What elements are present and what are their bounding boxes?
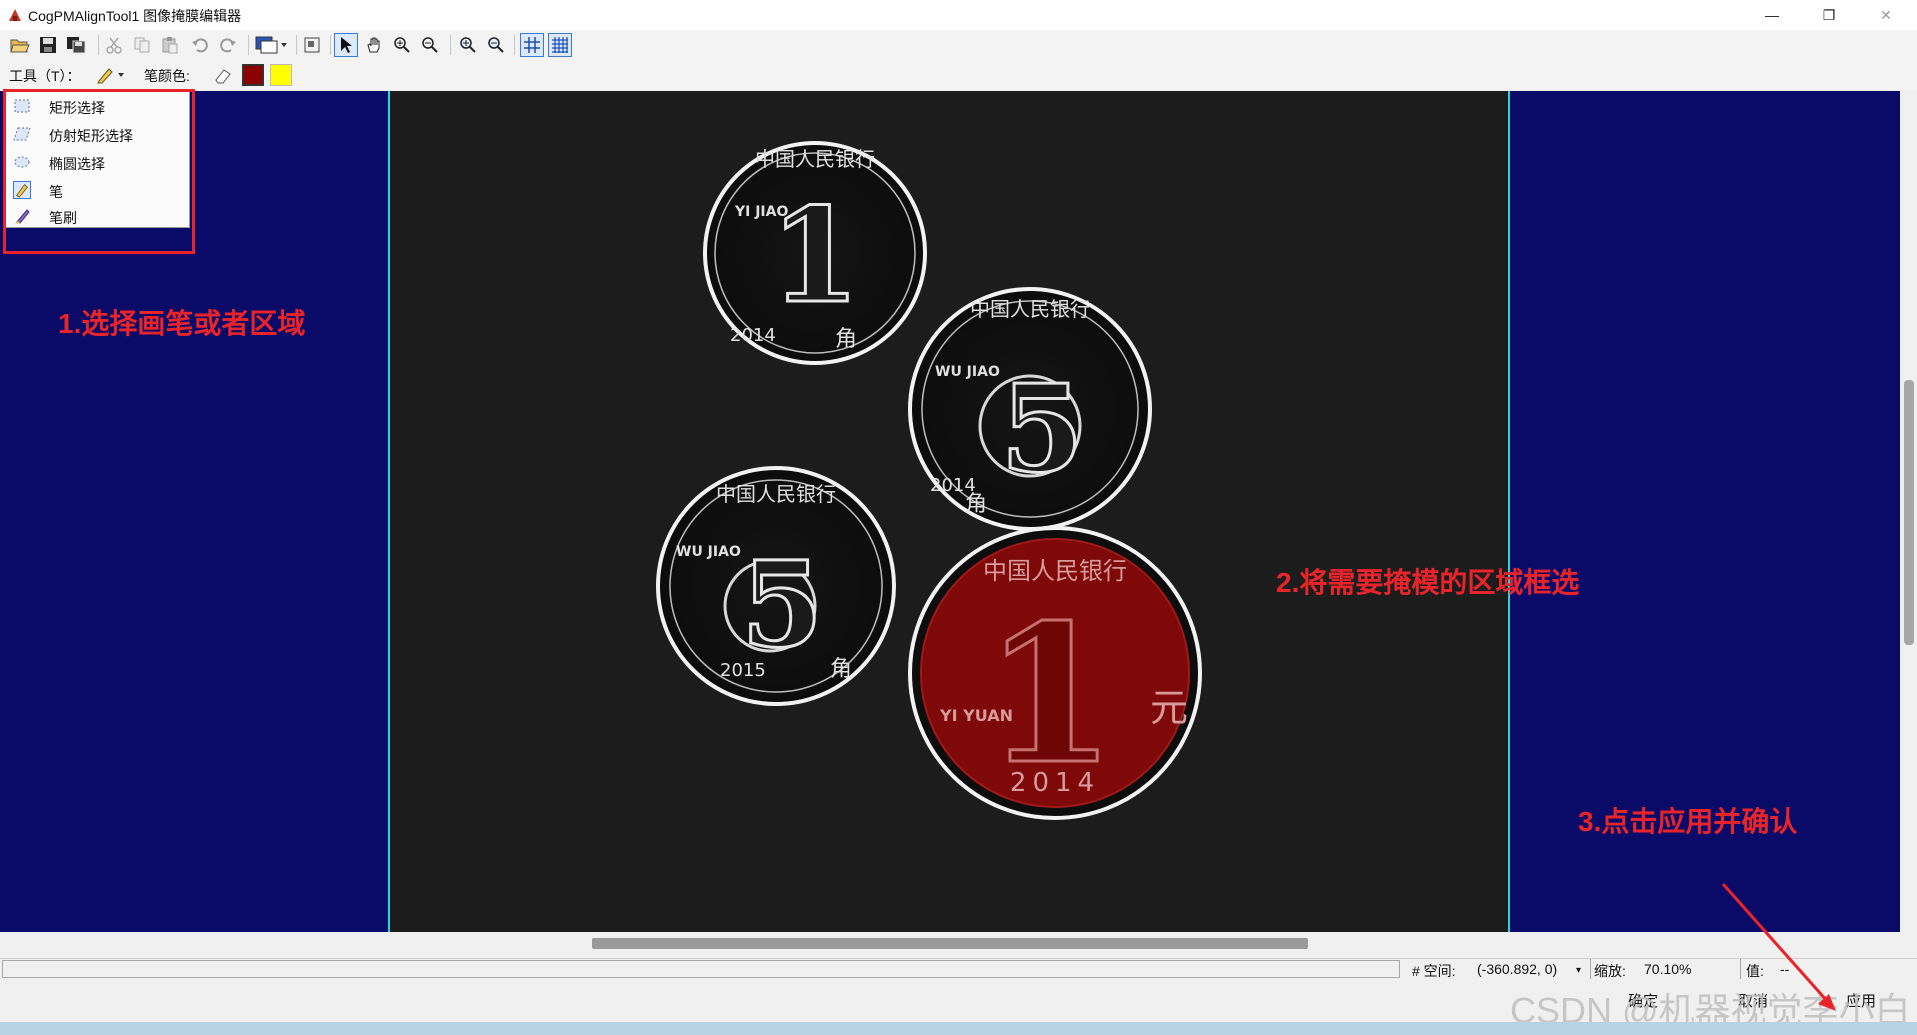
open-icon[interactable] (8, 33, 32, 57)
minimize-button[interactable]: — (1749, 0, 1795, 30)
save-icon[interactable] (36, 33, 60, 57)
pen-icon (97, 68, 113, 84)
taskbar-strip (0, 1022, 1917, 1035)
eraser-icon[interactable] (212, 64, 234, 86)
chevron-down-icon (118, 73, 124, 77)
status-divider (1590, 959, 1591, 979)
value-label: 值: (1746, 963, 1764, 979)
image-view[interactable]: 1 中国人民银行 YI JIAO 2014 角 5 中国人民银行 WU JIAO… (388, 91, 1510, 932)
fit-icon[interactable] (300, 33, 324, 57)
save-as-icon[interactable] (64, 33, 88, 57)
title-bar: CogPMAlignTool1 图像掩膜编辑器 — ❐ ✕ (0, 0, 1917, 30)
coin-3-unit: 角 (830, 657, 852, 682)
space-label: # 空间: (1412, 963, 1456, 979)
coin-3-pinyin: WU JIAO (676, 544, 741, 560)
coin-1-pinyin: YI JIAO (734, 204, 788, 220)
coins-image: 1 中国人民银行 YI JIAO 2014 角 5 中国人民银行 WU JIAO… (656, 141, 1202, 820)
annotation-step2: 2.将需要掩模的区域框选 (1276, 567, 1580, 598)
annotation-highlight-box (3, 89, 195, 254)
coin-3-value: 5 (741, 535, 823, 674)
coin-4-unit: 元 (1150, 686, 1188, 730)
paste-icon[interactable] (158, 33, 182, 57)
main-toolbar (0, 30, 1917, 61)
coin-5-jiao-2015: 5 中国人民银行 WU JIAO 2015 角 (656, 466, 896, 706)
coords-value: (-360.892, 0) (1477, 961, 1558, 977)
redo-icon[interactable] (216, 33, 240, 57)
app-icon (9, 9, 21, 21)
window-title: CogPMAlignTool1 图像掩膜编辑器 (28, 8, 242, 24)
pen-color-label: 笔颜色: (144, 68, 190, 84)
restore-button[interactable]: ❐ (1806, 0, 1852, 30)
coin-2-pinyin: WU JIAO (935, 364, 1000, 380)
annotation-step3: 3.点击应用并确认 (1578, 806, 1798, 837)
coin-3-year: 2015 (720, 660, 766, 681)
grid-icon[interactable] (520, 33, 544, 57)
coin-1-value: 1 (770, 179, 860, 332)
coin-1-jiao: 1 中国人民银行 YI JIAO 2014 角 (703, 141, 927, 365)
undo-icon[interactable] (188, 33, 212, 57)
zoom-out-alt-icon[interactable] (484, 33, 508, 57)
pan-hand-icon[interactable] (362, 33, 386, 57)
annotation-step1: 1.选择画笔或者区域 (58, 308, 306, 339)
primary-color-swatch[interactable] (242, 64, 264, 86)
coin-2-value: 5 (1000, 359, 1084, 500)
coin-4-pinyin: YI YUAN (939, 706, 1013, 725)
zoom-in-icon[interactable] (390, 33, 414, 57)
coin-4-year: 2014 (1010, 768, 1100, 798)
coin-1-yuan-masked: 1 中国人民银行 YI YUAN 2014 元 (908, 526, 1202, 820)
coin-3-top: 中国人民银行 (716, 482, 836, 506)
value-readout: -- (1780, 961, 1790, 977)
coin-1-top: 中国人民银行 (755, 147, 875, 171)
coin-1-unit: 角 (835, 327, 857, 352)
copy-icon[interactable] (130, 33, 154, 57)
image-source-icon[interactable] (254, 33, 290, 57)
tool-dropdown[interactable] (96, 64, 130, 86)
zoom-value: 70.10% (1644, 961, 1692, 977)
status-divider (1740, 959, 1741, 979)
status-message-area (2, 960, 1400, 978)
coin-2-unit: 角 (965, 492, 987, 517)
pointer-icon[interactable] (334, 33, 358, 57)
zoom-in-alt-icon[interactable] (456, 33, 480, 57)
secondary-color-swatch[interactable] (270, 64, 292, 86)
space-dropdown-icon[interactable]: ▾ (1576, 965, 1581, 976)
vertical-scroll-thumb[interactable] (1904, 380, 1914, 645)
horizontal-scroll-thumb[interactable] (592, 938, 1308, 949)
coin-1-year: 2014 (730, 325, 776, 346)
zoom-label: 缩放: (1594, 963, 1626, 979)
grid-fine-icon[interactable] (548, 33, 572, 57)
close-button[interactable]: ✕ (1863, 0, 1909, 30)
tool-label: 工具（T）： (9, 68, 81, 84)
coin-4-top: 中国人民银行 (983, 557, 1127, 585)
cut-icon[interactable] (102, 33, 126, 57)
coin-5-jiao-2014: 5 中国人民银行 WU JIAO 2014 角 (908, 287, 1152, 531)
zoom-out-icon[interactable] (418, 33, 442, 57)
coin-2-top: 中国人民银行 (970, 297, 1090, 321)
